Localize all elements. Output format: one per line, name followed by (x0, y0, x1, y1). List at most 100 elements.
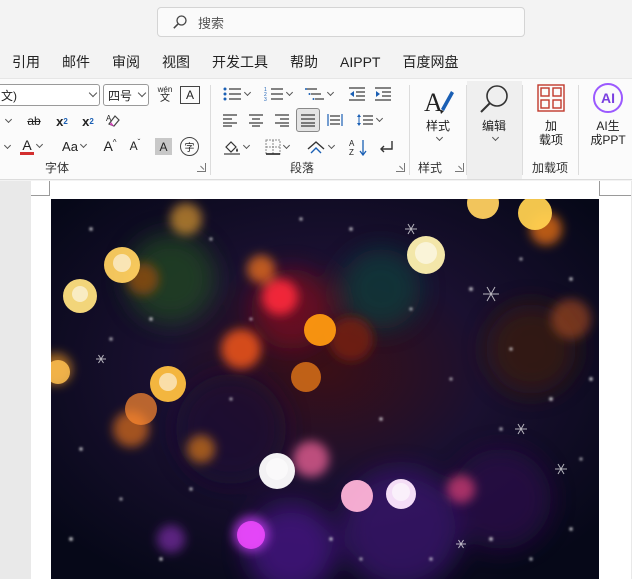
numbering-icon: 1 2 3 (264, 87, 283, 102)
align-right-icon (275, 114, 289, 127)
svg-text:3: 3 (264, 97, 267, 102)
paint-bucket-icon (224, 141, 240, 155)
editing-button-label: 编辑 (481, 119, 506, 133)
character-border-button[interactable]: A (180, 86, 200, 104)
tab-references[interactable]: 引用 (0, 48, 51, 76)
search-box[interactable]: 搜索 (157, 7, 525, 37)
chevron-down-icon (375, 114, 384, 123)
tab-review[interactable]: 审阅 (101, 48, 151, 76)
document-page[interactable] (31, 181, 631, 579)
subscript-label: x (56, 113, 64, 129)
group-separator (578, 85, 579, 175)
numbering-button[interactable]: 1 2 3 (260, 83, 296, 105)
align-right-button[interactable] (271, 109, 293, 131)
ai-logo-text: AI (601, 90, 615, 106)
styles-dialog-launcher[interactable] (455, 163, 464, 172)
tab-baidu-netdisk[interactable]: 百度网盘 (391, 48, 469, 76)
chevron-down-icon (326, 88, 335, 97)
highlight-dropdown-arrow[interactable] (0, 136, 12, 158)
tab-developer[interactable]: 开发工具 (201, 48, 279, 76)
italic-dropdown-arrow[interactable] (0, 110, 14, 132)
increase-indent-icon (375, 87, 391, 101)
align-left-button[interactable] (219, 109, 241, 131)
margin-corner-mark (599, 181, 600, 195)
paragraph-return-icon (380, 141, 393, 153)
group-separator (522, 85, 523, 175)
distributed-button[interactable] (324, 109, 346, 131)
bokeh-photo[interactable] (51, 199, 599, 579)
strikethrough-button[interactable]: ab (22, 110, 46, 132)
chevron-down-icon (282, 141, 291, 150)
superscript-button[interactable]: x2 (78, 110, 98, 132)
shading-button[interactable] (219, 136, 253, 158)
chinese-layout-button[interactable] (303, 136, 337, 158)
shrink-font-button[interactable]: Aˇ (125, 135, 145, 157)
title-bar: 搜索 (0, 0, 632, 44)
shrink-font-label: A (129, 139, 138, 153)
styles-button[interactable]: A 样式 (418, 83, 458, 142)
borders-button[interactable] (260, 136, 294, 158)
align-center-button[interactable] (245, 109, 267, 131)
caret-down-icon: ˇ (137, 137, 141, 147)
search-icon (173, 15, 187, 29)
search-label: 搜索 (198, 15, 225, 31)
justify-button[interactable] (296, 108, 320, 132)
increase-indent-button[interactable] (372, 83, 394, 105)
caret-up-icon: ^ (112, 137, 117, 147)
grow-font-label: A (103, 138, 113, 154)
paragraph-group-label: 段落 (290, 161, 315, 175)
editing-button[interactable]: 编辑 (474, 83, 514, 142)
bullets-button[interactable] (219, 83, 253, 105)
line-spacing-icon (357, 114, 373, 126)
paragraph-dialog-launcher[interactable] (396, 163, 405, 172)
styles-icon: A (424, 88, 454, 117)
styles-button-label: 样式 (425, 119, 450, 133)
line-spacing-button[interactable] (352, 109, 386, 131)
add-ins-label-line1: 加 (544, 119, 557, 133)
superscript-label: x (82, 113, 90, 129)
tab-help[interactable]: 帮助 (279, 48, 329, 76)
subscript-small: 2 (63, 116, 68, 126)
chevron-down-icon (3, 141, 12, 150)
sort-button[interactable]: A Z (348, 136, 370, 158)
font-name-combo[interactable]: 文) (0, 84, 100, 106)
chevron-down-icon (88, 88, 98, 98)
font-size-value: 四号 (108, 88, 133, 103)
clear-formatting-button[interactable]: A (103, 110, 125, 132)
tab-view[interactable]: 视图 (151, 48, 201, 76)
bokeh-lights-image (51, 199, 599, 579)
change-case-button[interactable]: Aa (55, 135, 93, 157)
font-size-combo[interactable]: 四号 (103, 84, 149, 106)
svg-text:A: A (106, 114, 112, 123)
group-separator (409, 85, 410, 175)
chevron-down-icon (137, 88, 147, 98)
phonetic-guide-button[interactable]: wén 文 (153, 83, 177, 105)
align-center-icon (249, 114, 263, 127)
add-ins-label-line2: 载项 (538, 133, 563, 147)
show-paragraph-marks-button[interactable] (375, 136, 397, 158)
font-dialog-launcher[interactable] (197, 163, 206, 172)
ai-generate-ppt-button[interactable]: AI AI生 成PPT (586, 83, 630, 147)
tab-mailings[interactable]: 邮件 (51, 48, 101, 76)
font-color-label: A (22, 136, 32, 153)
chevron-down-icon (35, 140, 44, 149)
svg-text:Z: Z (349, 148, 354, 156)
chevron-down-icon (4, 115, 13, 124)
chevron-down-icon (242, 141, 251, 150)
add-ins-button[interactable]: 加 载项 (530, 83, 572, 147)
ribbon-tabs: 引用 邮件 审阅 视图 开发工具 帮助 AIPPT 百度网盘 (0, 48, 469, 76)
tab-aippt[interactable]: AIPPT (329, 48, 391, 76)
document-area[interactable] (0, 181, 632, 579)
font-color-button[interactable]: A (14, 135, 48, 157)
align-left-icon (223, 114, 237, 127)
multilevel-list-button[interactable] (302, 83, 336, 105)
ribbon: 文) 四号 wén 文 A ab x2 x2 A A Aa A ^ A ˇ A … (0, 78, 632, 180)
character-shading-button[interactable]: A (155, 138, 172, 155)
decrease-indent-button[interactable] (346, 83, 368, 105)
subscript-button[interactable]: x2 (52, 110, 72, 132)
margin-corner-mark (49, 181, 50, 195)
add-ins-grid-icon (537, 84, 565, 112)
enclose-characters-button[interactable]: 字 (180, 137, 199, 156)
grow-font-button[interactable]: A ^ (100, 135, 120, 157)
chevron-down-icon (243, 88, 252, 97)
